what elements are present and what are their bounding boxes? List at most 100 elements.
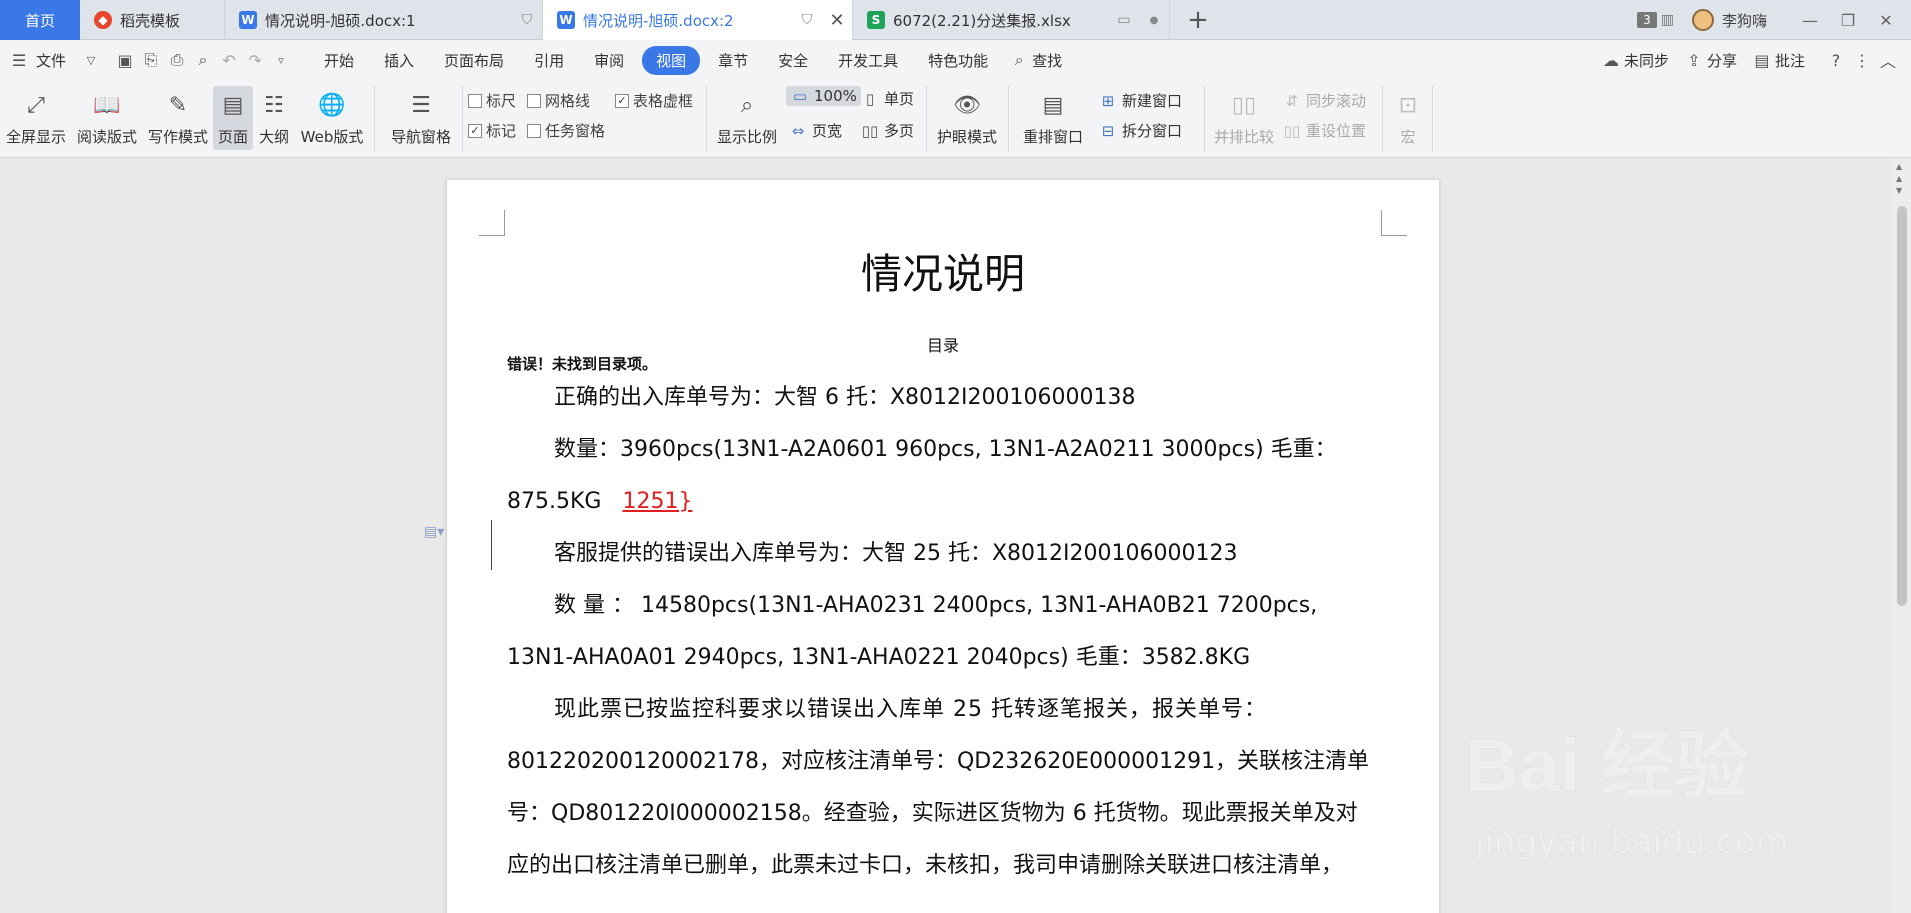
menu-special-features[interactable]: 特色功能: [916, 46, 1000, 75]
zoom-button[interactable]: ⌕ 显示比例: [714, 82, 780, 147]
print-icon[interactable]: ⎙: [164, 50, 190, 70]
window-count-badge[interactable]: 3: [1637, 12, 1657, 28]
rearrange-label: 重排窗口: [1022, 128, 1083, 146]
tab-document-2-active[interactable]: W 情况说明-旭硕.docx:2 ⛉ ✕: [543, 0, 853, 40]
nav-pane-button[interactable]: ☰ 导航窗格: [384, 82, 458, 147]
rearrange-windows-button[interactable]: ▤ 重排窗口: [1016, 82, 1090, 147]
eye-care-label: 护眼模式: [936, 128, 997, 146]
undo-icon[interactable]: ↶: [216, 51, 242, 70]
single-page-label: 单页: [884, 90, 915, 108]
tab-spreadsheet[interactable]: S 6072(2.21)分送集报.xlsx ▭ ●: [853, 0, 1170, 40]
macro-button[interactable]: ⊡ 宏: [1390, 82, 1426, 147]
window-list-icon[interactable]: ▥: [1661, 12, 1674, 28]
writing-mode-button[interactable]: ✎ 写作模式: [146, 82, 210, 147]
sync-status[interactable]: 未同步: [1624, 50, 1675, 71]
menu-developer[interactable]: 开发工具: [826, 46, 910, 75]
eye-care-button[interactable]: 👁 护眼模式: [932, 82, 1002, 147]
print-preview-icon[interactable]: ⌕: [190, 50, 216, 70]
pen-icon: ✎: [168, 92, 188, 118]
cloud-sync-icon[interactable]: ☁: [1598, 51, 1624, 70]
web-layout-label: Web版式: [300, 128, 364, 146]
side-by-side-button[interactable]: ▯▯ 并排比较: [1212, 82, 1276, 147]
split-window-button[interactable]: ⊟ 拆分窗口: [1098, 120, 1182, 141]
paragraph-layout-icon[interactable]: ▤▾: [424, 524, 444, 540]
fullscreen-button[interactable]: ⤢ 全屏显示: [4, 82, 68, 147]
hamburger-icon[interactable]: ☰: [6, 51, 32, 70]
menu-file[interactable]: 文件: [32, 46, 78, 75]
close-tab-icon[interactable]: ✕: [822, 10, 852, 31]
minimize-icon[interactable]: —: [1791, 11, 1829, 30]
scroll-up-icon[interactable]: ▲: [1896, 174, 1902, 183]
shield-icon: ⛉: [521, 12, 533, 28]
menu-search[interactable]: 查找: [1032, 46, 1074, 75]
sync-scroll-button[interactable]: ⇵ 同步滚动: [1282, 90, 1366, 111]
tab-home[interactable]: 首页: [0, 0, 80, 40]
menu-references[interactable]: 引用: [522, 46, 576, 75]
menu-review[interactable]: 审阅: [582, 46, 636, 75]
search-icon[interactable]: ⌕: [1006, 50, 1032, 70]
restore-icon[interactable]: ❐: [1829, 11, 1867, 30]
chevron-down-icon[interactable]: ▽: [78, 54, 104, 67]
macro-label: 宏: [1400, 128, 1416, 146]
save-icon[interactable]: ▣: [112, 51, 138, 70]
checkbox-box: [468, 93, 482, 108]
outline-icon: ☷: [264, 92, 284, 118]
new-window-button[interactable]: ⊞ 新建窗口: [1098, 90, 1182, 111]
reset-position-button[interactable]: ▯▯ 重设位置: [1282, 120, 1366, 141]
single-page-button[interactable]: ▯ 单页: [860, 88, 914, 109]
paragraph: 13N1-AHA0A01 2940pcs, 13N1-AHA0221 2040p…: [507, 645, 1251, 670]
comment-icon[interactable]: ▤: [1749, 51, 1775, 70]
menu-start[interactable]: 开始: [312, 46, 366, 75]
vertical-scrollbar[interactable]: ▲ ▲ ▼: [1893, 158, 1911, 913]
redo-icon[interactable]: ↷: [242, 51, 268, 70]
tab-document-1[interactable]: W 情况说明-旭硕.docx:1 ⛉: [225, 0, 543, 40]
scroll-up-icon[interactable]: ▲: [1896, 162, 1902, 171]
ruler-checkbox[interactable]: 标尺: [468, 90, 516, 111]
multi-page-button[interactable]: ▯▯ 多页: [860, 120, 914, 141]
page-view-button[interactable]: ▤ 页面: [213, 86, 253, 150]
avatar[interactable]: [1691, 9, 1714, 31]
format-painter-icon[interactable]: ⎘: [138, 50, 164, 70]
menu-page-layout[interactable]: 页面布局: [432, 46, 516, 75]
help-icon[interactable]: ?: [1823, 51, 1849, 70]
more-icon[interactable]: ⋮: [1849, 51, 1875, 70]
customize-icon[interactable]: ▿: [268, 54, 294, 67]
close-window-icon[interactable]: ✕: [1867, 11, 1905, 30]
nav-pane-label: 导航窗格: [390, 128, 451, 146]
menu-view[interactable]: 视图: [642, 45, 701, 75]
page-corner-mark: [1381, 210, 1407, 236]
outline-button[interactable]: ☷ 大纲: [257, 82, 291, 147]
fullscreen-icon: ⤢: [27, 92, 45, 118]
multi-page-label: 多页: [884, 122, 915, 140]
divider: [926, 86, 927, 152]
marks-checkbox[interactable]: ✓ 标记: [468, 120, 516, 141]
tab-daoke-templates[interactable]: ◆ 稻壳模板: [80, 0, 225, 40]
page-width-button[interactable]: ⇔ 页宽: [788, 120, 842, 141]
reading-mode-button[interactable]: 📖 阅读版式: [74, 82, 140, 147]
checkbox-box: [527, 93, 541, 108]
scroll-down-icon[interactable]: ▼: [1896, 186, 1902, 195]
single-page-icon: ▯: [865, 89, 875, 108]
web-layout-button[interactable]: 🌐 Web版式: [298, 82, 366, 147]
menu-chapter[interactable]: 章节: [706, 46, 760, 75]
task-pane-checkbox[interactable]: 任务窗格: [527, 120, 605, 141]
task-pane-label: 任务窗格: [545, 122, 606, 140]
share-icon[interactable]: ⇪: [1681, 51, 1707, 70]
collapse-ribbon-icon[interactable]: ︿: [1875, 48, 1901, 72]
new-window-label: 新建窗口: [1122, 92, 1183, 110]
user-name[interactable]: 李狗嗨: [1722, 10, 1767, 31]
menu-security[interactable]: 安全: [766, 46, 820, 75]
table-gridlines-checkbox[interactable]: ✓ 表格虚框: [615, 90, 693, 111]
scrollbar-thumb[interactable]: [1897, 206, 1907, 606]
comment-button[interactable]: 批注: [1775, 50, 1817, 71]
document-page[interactable]: 情况说明 目录 错误！未找到目录项。 正确的出入库单号为：大智 6 托：X801…: [447, 180, 1439, 913]
share-button[interactable]: 分享: [1707, 50, 1743, 71]
divider: [1382, 86, 1383, 152]
reset-position-label: 重设位置: [1306, 122, 1367, 140]
gridlines-checkbox[interactable]: 网格线: [527, 90, 590, 111]
watermark-logo: Bai 经验: [1465, 724, 1749, 807]
new-tab-button[interactable]: +: [1180, 0, 1216, 40]
menu-insert[interactable]: 插入: [372, 46, 426, 75]
zoom-100-button[interactable]: ▭ 100%: [786, 86, 861, 106]
sync-scroll-icon: ⇵: [1285, 91, 1299, 110]
